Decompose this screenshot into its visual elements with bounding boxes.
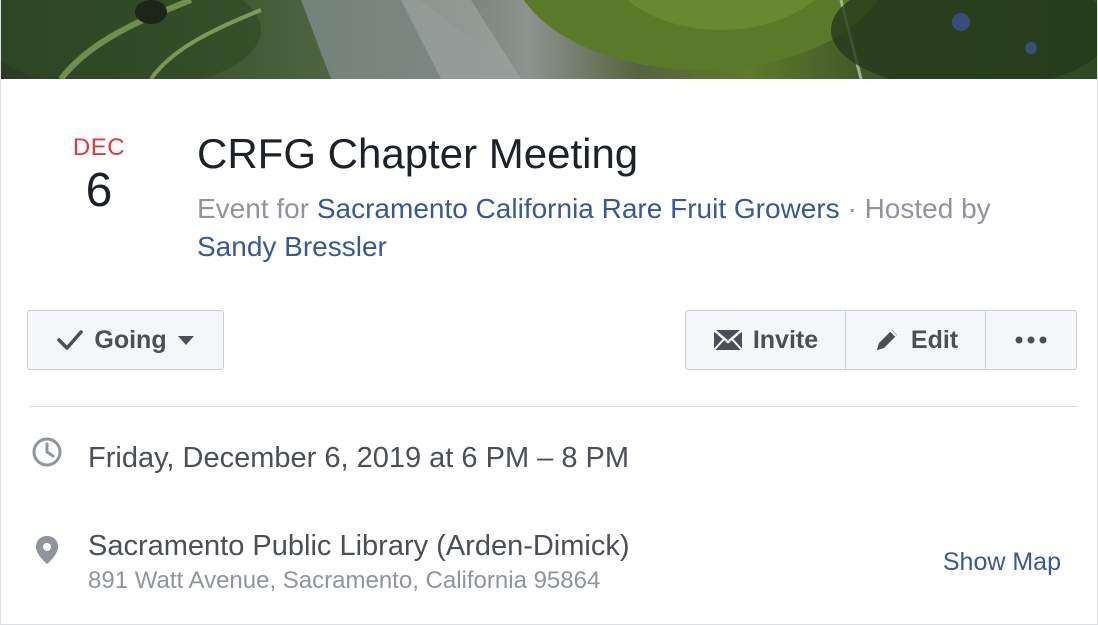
invite-button[interactable]: Invite	[686, 311, 846, 369]
edit-button[interactable]: Edit	[846, 311, 986, 369]
map-pin-icon	[31, 534, 63, 566]
event-cover-photo[interactable]	[1, 0, 1097, 79]
going-label: Going	[94, 325, 167, 354]
event-date: DEC 6	[53, 134, 145, 216]
checkmark-icon	[56, 328, 84, 352]
caret-down-icon	[177, 334, 195, 346]
event-card: DEC 6 CRFG Chapter Meeting Event for Sac…	[0, 0, 1098, 625]
section-divider	[29, 406, 1077, 407]
event-title: CRFG Chapter Meeting	[197, 130, 639, 177]
event-datetime[interactable]: Friday, December 6, 2019 at 6 PM – 8 PM	[88, 440, 629, 476]
pencil-icon	[873, 326, 901, 354]
event-action-group: Invite Edit	[685, 310, 1077, 370]
event-month: DEC	[72, 134, 126, 161]
envelope-icon	[713, 329, 743, 351]
event-day: 6	[85, 164, 113, 217]
group-link[interactable]: Sacramento California Rare Fruit Growers	[317, 193, 840, 224]
location-name[interactable]: Sacramento Public Library (Arden-Dimick)	[88, 528, 630, 564]
invite-label: Invite	[752, 325, 819, 354]
edit-label: Edit	[910, 325, 959, 354]
more-dots-icon	[1015, 336, 1047, 344]
more-options-button[interactable]	[986, 311, 1076, 369]
cover-photo-art	[1, 0, 1097, 79]
location-address: 891 Watt Avenue, Sacramento, California …	[88, 567, 601, 594]
event-for-label: Event for	[197, 193, 310, 224]
hosted-by-label: · Hosted by	[847, 193, 991, 224]
going-button[interactable]: Going	[27, 310, 224, 370]
show-map-link[interactable]: Show Map	[943, 545, 1061, 579]
clock-icon	[31, 436, 63, 468]
host-link[interactable]: Sandy Bressler	[197, 231, 387, 262]
event-meta: Event for Sacramento California Rare Fru…	[197, 190, 1057, 266]
